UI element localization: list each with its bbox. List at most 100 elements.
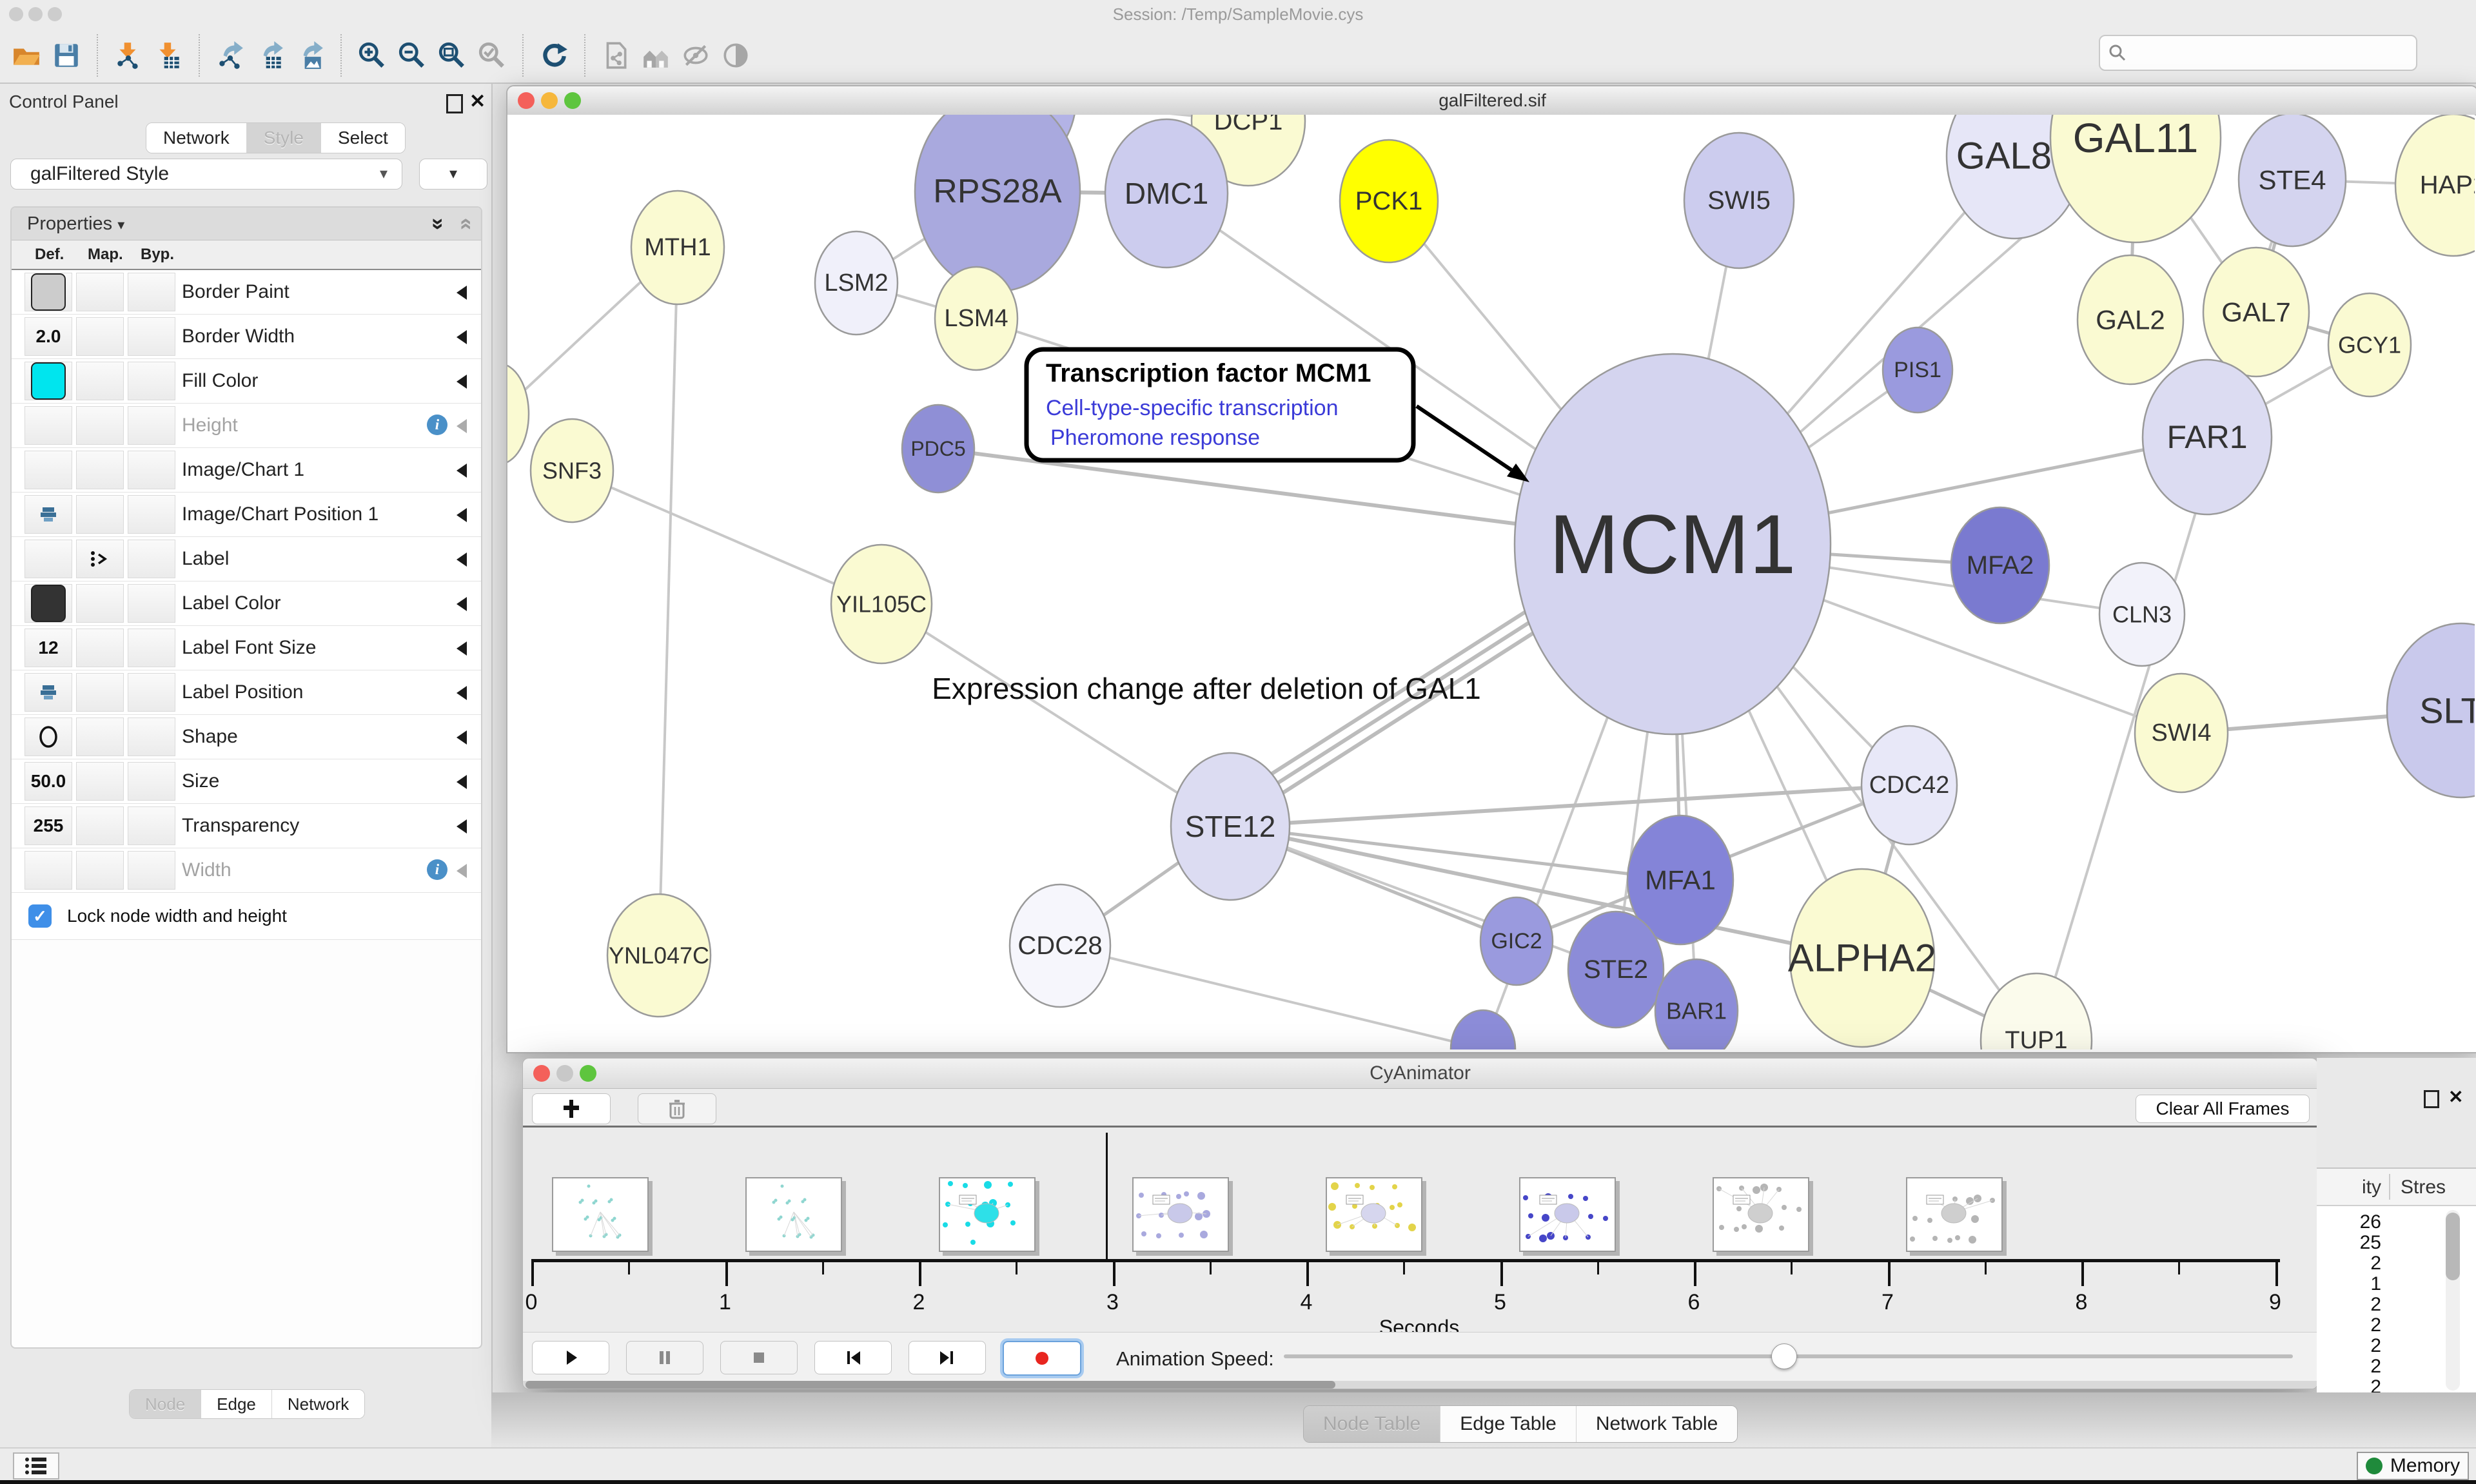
map-cell[interactable]: [76, 806, 124, 845]
results-cell[interactable]: 2: [2317, 1335, 2381, 1357]
network-node-STE2[interactable]: STE2: [1568, 912, 1664, 1028]
def-cell[interactable]: 255: [25, 806, 72, 845]
play-button[interactable]: [532, 1341, 609, 1374]
window-zoom-icon[interactable]: [580, 1065, 596, 1082]
expand-arrow-icon[interactable]: [457, 819, 467, 834]
import-network-icon[interactable]: [110, 37, 146, 73]
byp-cell[interactable]: [128, 629, 175, 667]
expand-arrow-icon[interactable]: [457, 641, 467, 656]
expand-arrow-icon[interactable]: [457, 375, 467, 389]
clear-all-frames-button[interactable]: Clear All Frames: [2136, 1095, 2310, 1123]
def-cell[interactable]: [25, 540, 72, 578]
def-cell[interactable]: [25, 584, 72, 623]
byp-cell[interactable]: [128, 362, 175, 400]
tab-network-bottom[interactable]: Network: [272, 1390, 364, 1418]
network-node-ALPHA2[interactable]: ALPHA2: [1788, 869, 1936, 1047]
cyanimator-titlebar[interactable]: CyAnimator: [523, 1059, 2317, 1089]
keyframe-thumbnail-3[interactable]: [1132, 1177, 1229, 1252]
byp-cell[interactable]: [128, 495, 175, 534]
def-cell[interactable]: [25, 851, 72, 890]
default-value[interactable]: 50.0: [31, 771, 66, 792]
pause-button[interactable]: [626, 1341, 703, 1374]
results-table-header[interactable]: ity Stres: [2317, 1169, 2476, 1206]
def-cell[interactable]: [25, 406, 72, 445]
map-cell[interactable]: [76, 629, 124, 667]
property-row-border-width[interactable]: 2.0Border Width: [12, 315, 481, 359]
lock-checkbox[interactable]: ✓: [28, 904, 52, 928]
caption-annotation[interactable]: Expression change after deletion of GAL1: [932, 672, 1481, 705]
column-divider[interactable]: [2389, 1174, 2390, 1200]
map-cell[interactable]: [76, 673, 124, 712]
network-node-FAR1[interactable]: FAR1: [2143, 360, 2272, 514]
results-cell[interactable]: 25: [2317, 1232, 2381, 1254]
expand-arrow-icon[interactable]: [457, 330, 467, 344]
timeline[interactable]: 0123456789 Seconds: [523, 1128, 2317, 1331]
network-node-SNF3[interactable]: SNF3: [531, 419, 613, 522]
byp-cell[interactable]: [128, 806, 175, 845]
property-row-image-chart-1[interactable]: Image/Chart 1: [12, 448, 481, 493]
results-cell[interactable]: 26: [2317, 1211, 2381, 1233]
properties-header[interactable]: Properties ▾ » «: [12, 208, 481, 240]
skip-end-button[interactable]: [909, 1341, 986, 1374]
byp-cell[interactable]: [128, 673, 175, 712]
map-cell[interactable]: [76, 584, 124, 623]
def-cell[interactable]: [25, 362, 72, 400]
search-input[interactable]: [2134, 39, 2407, 66]
property-row-label-color[interactable]: Label Color: [12, 581, 481, 626]
column-header-stress[interactable]: Stres: [2401, 1176, 2446, 1198]
speed-slider-handle[interactable]: [1771, 1343, 1797, 1369]
zoom-in-icon[interactable]: [354, 37, 390, 73]
map-cell[interactable]: [76, 406, 124, 445]
network-document-icon[interactable]: [598, 37, 634, 73]
tab-node-table[interactable]: Node Table: [1304, 1406, 1440, 1442]
color-swatch[interactable]: [31, 362, 66, 400]
results-cell[interactable]: 1: [2317, 1273, 2381, 1295]
tab-style[interactable]: Style: [247, 123, 321, 153]
network-node-RPS28A[interactable]: RPS28A: [915, 115, 1080, 291]
property-row-height[interactable]: Heighti: [12, 404, 481, 448]
expand-arrow-icon[interactable]: [457, 864, 467, 878]
contrast-icon[interactable]: [718, 37, 754, 73]
map-cell[interactable]: [76, 762, 124, 801]
network-node-YNL047C[interactable]: YNL047C: [607, 894, 711, 1017]
window-close-icon[interactable]: [518, 92, 535, 109]
stop-button[interactable]: [720, 1341, 798, 1374]
property-row-fill-color[interactable]: Fill Color: [12, 359, 481, 404]
network-node-LSM4[interactable]: LSM4: [935, 267, 1017, 370]
overview-icon[interactable]: [638, 37, 674, 73]
results-scrollbar[interactable]: [2446, 1210, 2460, 1391]
network-node-leftcut[interactable]: [507, 364, 529, 464]
network-node-SLT2[interactable]: SLT2: [2387, 623, 2475, 797]
network-node-CLN3[interactable]: CLN3: [2099, 563, 2185, 666]
network-node-GAL2[interactable]: GAL2: [2078, 255, 2183, 384]
expand-arrow-icon[interactable]: [457, 730, 467, 745]
keyframe-thumbnail-5[interactable]: [1519, 1177, 1616, 1252]
property-row-border-paint[interactable]: Border Paint: [12, 270, 481, 315]
network-node-BAR1[interactable]: BAR1: [1655, 959, 1738, 1050]
keyframe-thumbnail-6[interactable]: [1713, 1177, 1809, 1252]
tab-edge[interactable]: Edge: [201, 1390, 272, 1418]
property-row-size[interactable]: 50.0Size: [12, 759, 481, 804]
window-close-icon[interactable]: [533, 1065, 550, 1082]
network-node-SWI4[interactable]: SWI4: [2135, 674, 2228, 792]
property-row-label[interactable]: Label: [12, 537, 481, 581]
network-node-SWI5[interactable]: SWI5: [1684, 133, 1794, 268]
property-row-image-chart-position-1[interactable]: Image/Chart Position 1: [12, 493, 481, 537]
def-cell[interactable]: [25, 273, 72, 311]
network-window-titlebar[interactable]: galFiltered.sif: [507, 86, 2476, 115]
color-swatch[interactable]: [31, 585, 66, 622]
property-row-transparency[interactable]: 255Transparency: [12, 804, 481, 848]
network-node-STE12[interactable]: STE12: [1171, 753, 1290, 900]
default-value[interactable]: 2.0: [36, 326, 61, 347]
byp-cell[interactable]: [128, 584, 175, 623]
def-cell[interactable]: [25, 718, 72, 756]
delete-frame-button[interactable]: [638, 1093, 716, 1124]
network-node-CDC42[interactable]: CDC42: [1862, 726, 1957, 845]
task-history-button[interactable]: [13, 1452, 59, 1479]
network-node-PDC5[interactable]: PDC5: [902, 405, 974, 493]
property-row-width[interactable]: Widthi: [12, 848, 481, 893]
memory-button[interactable]: Memory: [2357, 1452, 2469, 1480]
window-zoom-icon[interactable]: [564, 92, 581, 109]
map-cell[interactable]: [76, 273, 124, 311]
expand-all-icon[interactable]: »: [426, 218, 451, 230]
